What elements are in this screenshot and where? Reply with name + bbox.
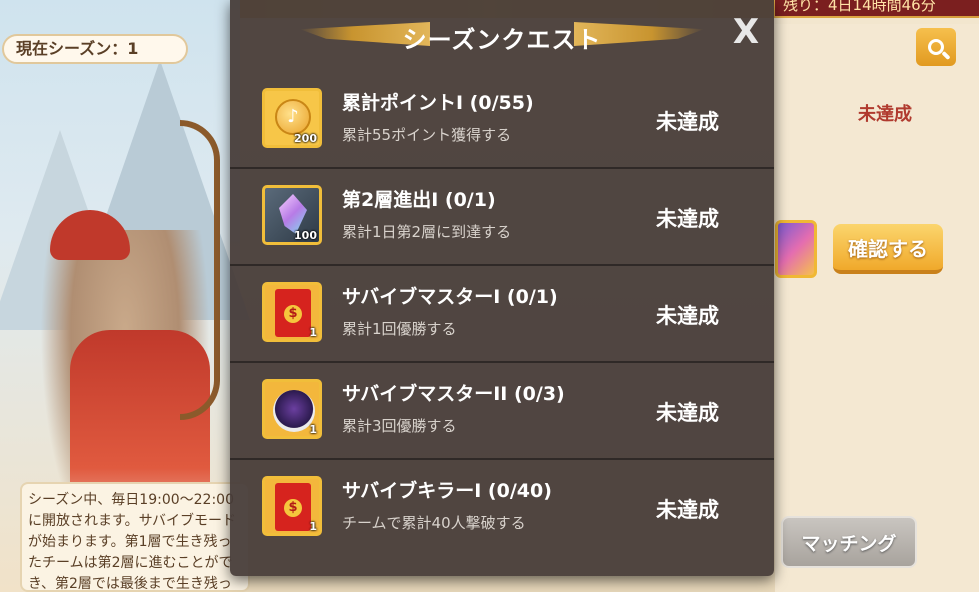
reward-quantity: 100 bbox=[294, 229, 317, 242]
reward-status: 未達成 bbox=[858, 104, 912, 125]
close-icon[interactable]: X bbox=[728, 14, 764, 50]
remaining-time: 残り：4日14時間46分 bbox=[775, 0, 979, 16]
quest-row: 1 サバイブキラーI (0/40) チームで累計40人撃破する 未達成 bbox=[230, 460, 774, 557]
quest-status: 未達成 bbox=[656, 401, 719, 425]
quest-title: サバイブマスターII (0/3) bbox=[342, 383, 565, 405]
quest-status: 未達成 bbox=[656, 207, 719, 231]
season-quest-modal: シーズンクエスト X ♪ 200 累計ポイントI (0/55) 累計55ポイント… bbox=[230, 0, 774, 576]
search-button[interactable] bbox=[916, 28, 956, 66]
quest-row: 100 第2層進出I (0/1) 累計1日第2層に到達する 未達成 bbox=[230, 169, 774, 266]
quest-description: 累計1回優勝する bbox=[342, 320, 457, 338]
reward-quantity: 1 bbox=[309, 423, 317, 436]
quest-description: 累計3回優勝する bbox=[342, 417, 457, 435]
quest-status: 未達成 bbox=[656, 304, 719, 328]
coin-icon[interactable]: ♪ 200 bbox=[262, 88, 322, 148]
quest-title: サバイブマスターI (0/1) bbox=[342, 286, 558, 308]
modal-header: シーズンクエスト X bbox=[230, 0, 774, 72]
envelope-icon bbox=[275, 483, 311, 531]
bow-art bbox=[180, 120, 220, 420]
matching-button[interactable]: マッチング bbox=[781, 516, 917, 568]
quest-status: 未達成 bbox=[656, 498, 719, 522]
portrait-frame-icon[interactable]: 1 bbox=[262, 379, 322, 439]
quest-list: ♪ 200 累計ポイントI (0/55) 累計55ポイント獲得する 未達成 10… bbox=[230, 72, 774, 557]
quest-status: 未達成 bbox=[656, 110, 719, 134]
crystal-icon[interactable]: 100 bbox=[262, 185, 322, 245]
reward-quantity: 200 bbox=[294, 132, 317, 145]
modal-title: シーズンクエスト bbox=[402, 26, 602, 54]
envelope-icon bbox=[275, 289, 311, 337]
gem-icon bbox=[279, 194, 307, 234]
current-season-badge: 現在シーズン：1 bbox=[2, 34, 188, 64]
quest-row: 1 サバイブマスターII (0/3) 累計3回優勝する 未達成 bbox=[230, 363, 774, 460]
quest-title: サバイブキラーI (0/40) bbox=[342, 480, 552, 502]
quest-row: 1 サバイブマスターI (0/1) 累計1回優勝する 未達成 bbox=[230, 266, 774, 363]
reward-quantity: 1 bbox=[309, 520, 317, 533]
quest-row: ♪ 200 累計ポイントI (0/55) 累計55ポイント獲得する 未達成 bbox=[230, 72, 774, 169]
reward-quantity: 1 bbox=[309, 326, 317, 339]
search-icon bbox=[928, 39, 944, 55]
red-envelope-icon[interactable]: 1 bbox=[262, 476, 322, 536]
music-note-icon: ♪ bbox=[275, 99, 311, 135]
quest-title: 第2層進出I (0/1) bbox=[342, 189, 496, 211]
red-envelope-icon[interactable]: 1 bbox=[262, 282, 322, 342]
quest-description: チームで累計40人撃破する bbox=[342, 514, 526, 532]
quest-description: 累計1日第2層に到達する bbox=[342, 223, 512, 241]
description-text: シーズン中、毎日19:00～22:00に開放されます。サバイブモードが始まります… bbox=[28, 492, 237, 592]
treasure-chest-icon bbox=[775, 220, 817, 278]
quest-description: 累計55ポイント獲得する bbox=[342, 126, 512, 144]
quest-title: 累計ポイントI (0/55) bbox=[342, 92, 534, 114]
confirm-button[interactable]: 確認する bbox=[833, 224, 943, 274]
